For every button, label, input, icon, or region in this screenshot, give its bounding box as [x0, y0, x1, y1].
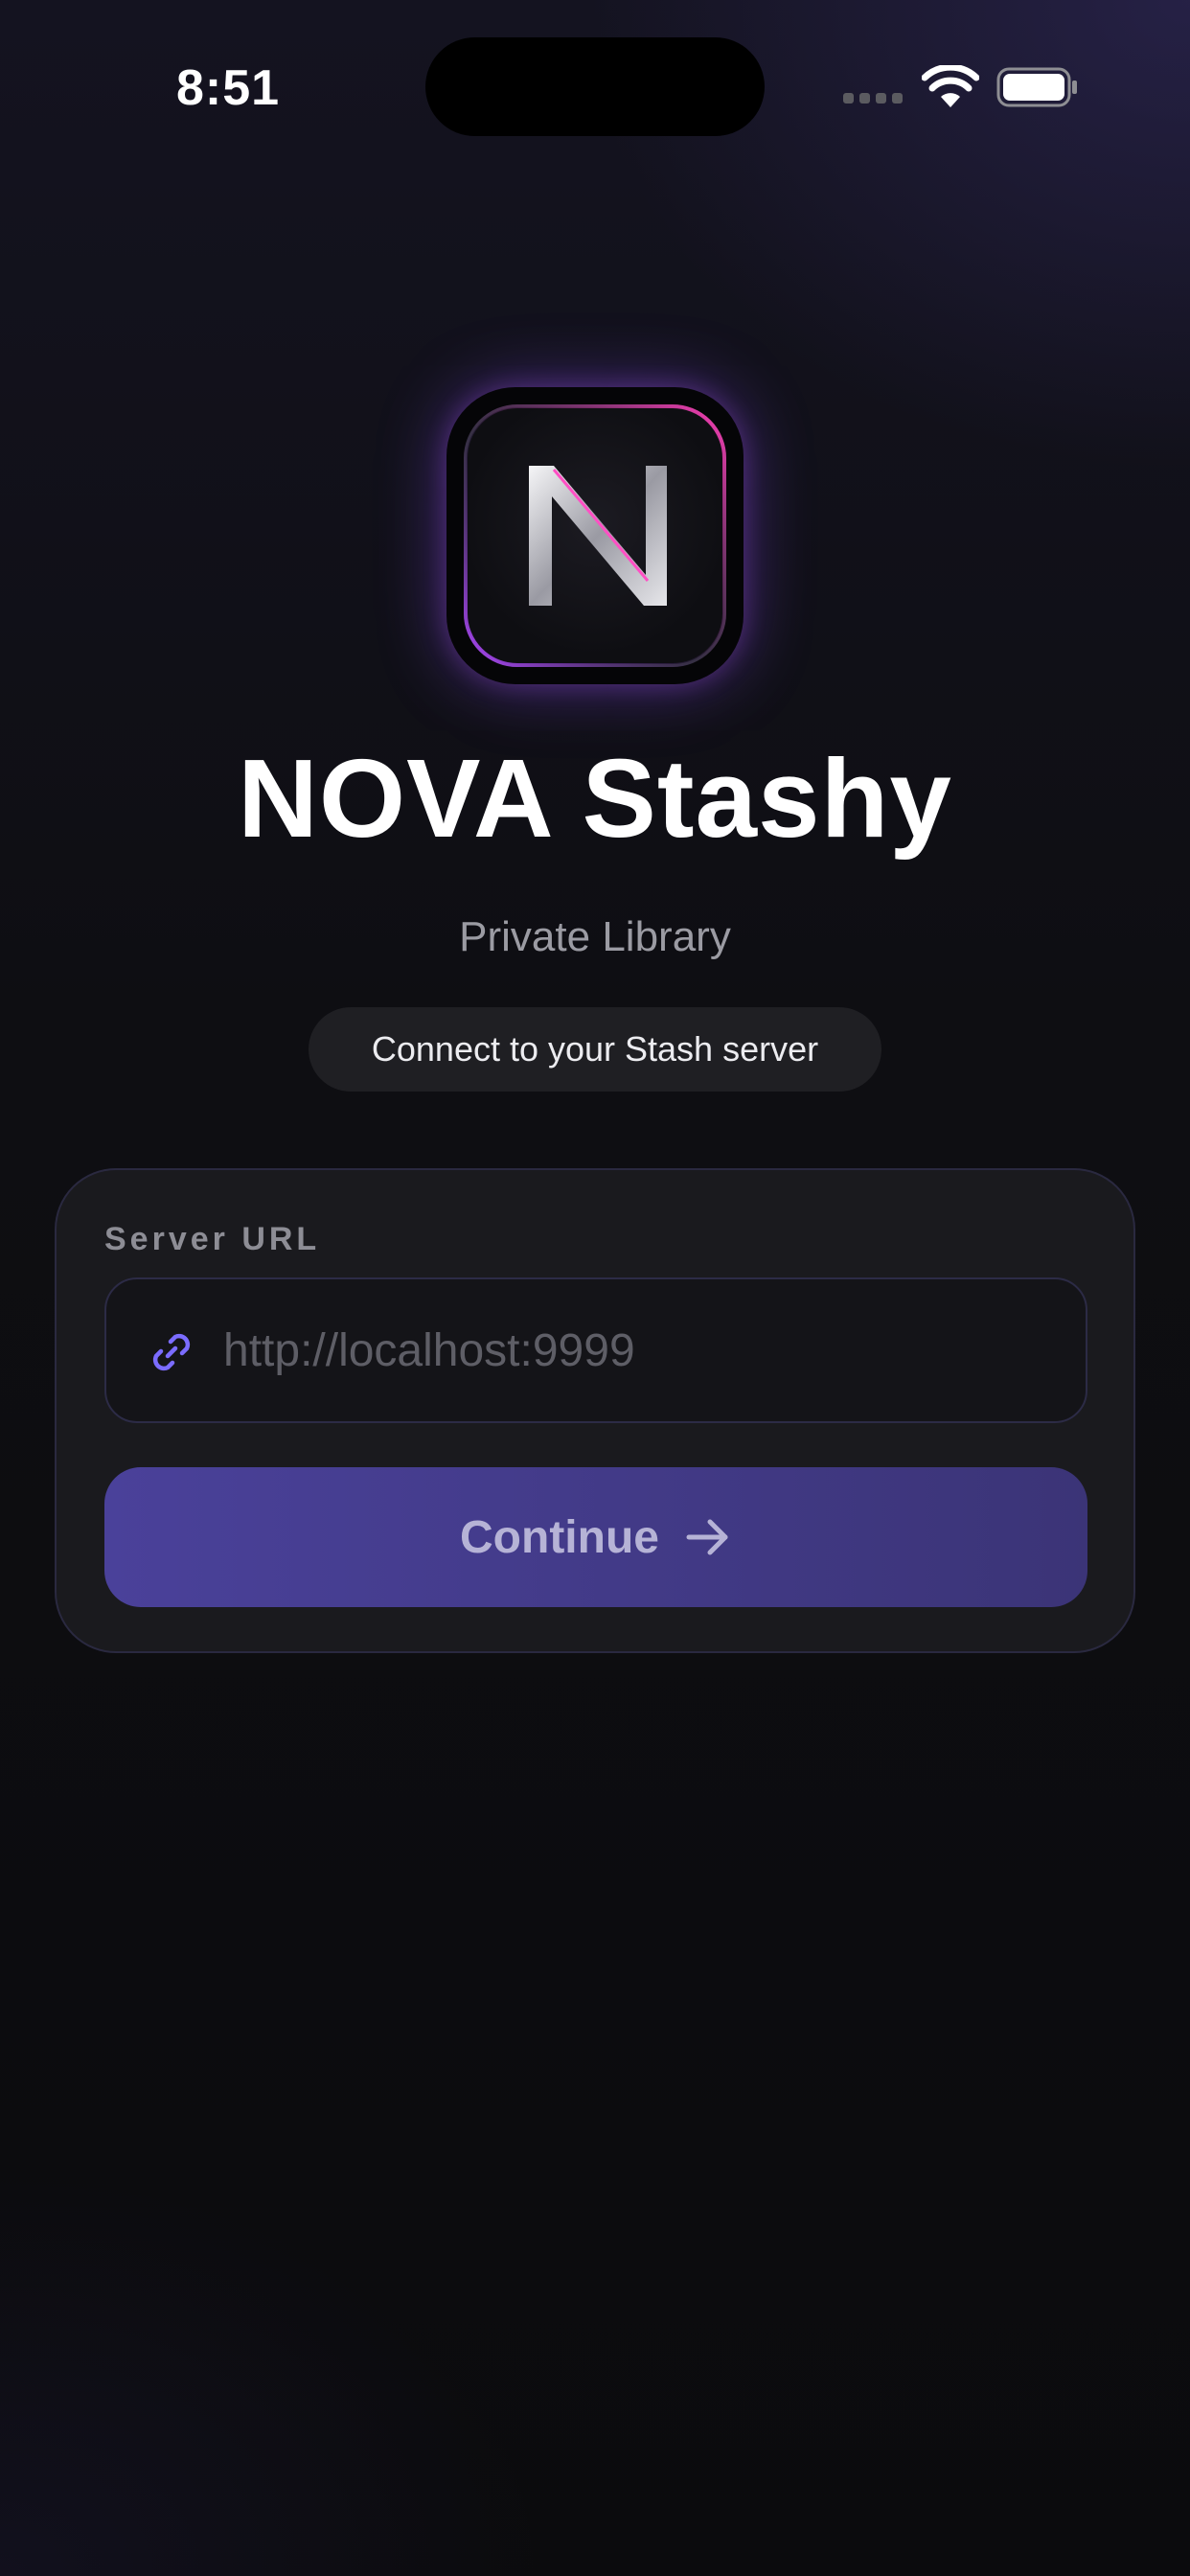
arrow-right-icon [686, 1519, 728, 1555]
wifi-icon [922, 65, 979, 107]
server-url-field[interactable] [104, 1277, 1087, 1423]
server-url-input[interactable] [221, 1279, 1064, 1421]
app-title: NOVA Stashy [238, 736, 952, 861]
dynamic-island [425, 37, 765, 136]
continue-label: Continue [460, 1511, 659, 1563]
server-url-label: Server URL [104, 1221, 321, 1257]
status-time: 8:51 [176, 60, 281, 116]
cellular-signal-icon [843, 93, 904, 106]
link-icon [152, 1333, 191, 1371]
app-logo [446, 387, 744, 684]
continue-button[interactable]: Continue [104, 1467, 1087, 1607]
server-connect-card: Server URL Continue [55, 1168, 1135, 1653]
battery-icon [996, 67, 1077, 107]
tagline-badge: Connect to your Stash server [309, 1007, 881, 1092]
app-subtitle: Private Library [459, 913, 731, 960]
